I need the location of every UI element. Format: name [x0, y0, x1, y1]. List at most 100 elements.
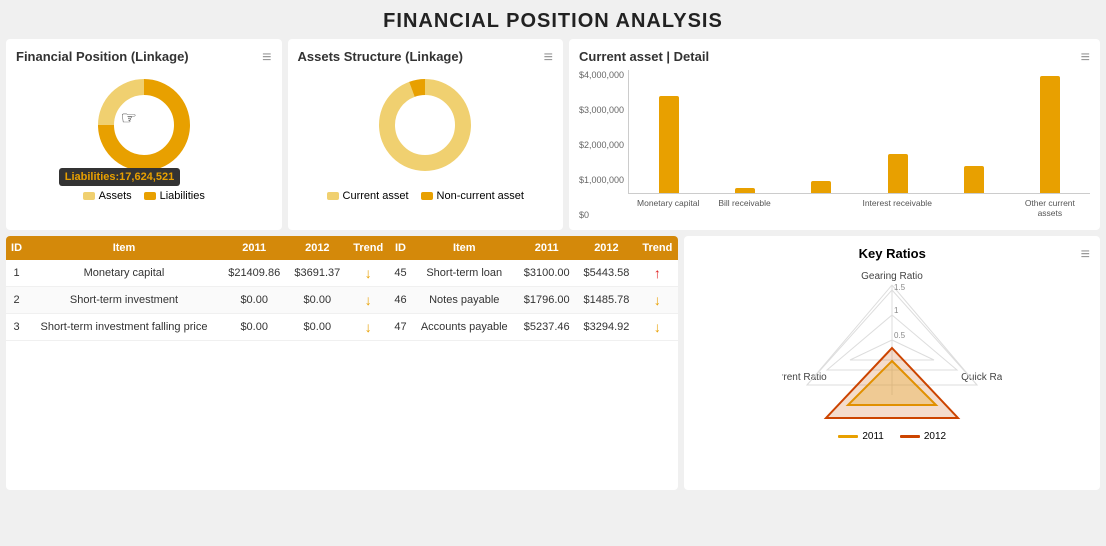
th-2011-1: 2011	[221, 236, 288, 260]
bar-chart-wrapper: $4,000,000 $3,000,000 $2,000,000 $1,000,…	[579, 70, 1090, 220]
bar-rect	[964, 166, 984, 193]
noncurrent-dot	[421, 192, 433, 200]
key-ratios-title: Key Ratios	[694, 246, 1090, 261]
key-ratios-menu-icon[interactable]: ≡	[1081, 246, 1090, 264]
cell-item-1: Monetary capital	[27, 260, 221, 287]
data-table-panel: ID Item 2011 2012 Trend ID Item 2011 201…	[6, 236, 678, 490]
cell-trend2-2: ↓	[636, 287, 678, 314]
bar-bill-receivable	[709, 188, 781, 193]
cell-2012b-2: $1485.78	[577, 287, 637, 314]
cell-item-3: Short-term investment falling price	[27, 314, 221, 341]
assets-structure-title: Assets Structure (Linkage)	[298, 49, 554, 64]
cursor-icon: ☞	[121, 108, 137, 129]
bar-label-empty2	[937, 198, 1009, 218]
cell-item-2: Short-term investment	[27, 287, 221, 314]
donut2-container: Current asset Non-current asset	[298, 70, 554, 202]
trend-down-icon: ↓	[654, 292, 661, 308]
cell-item2-2: Notes payable	[412, 287, 517, 314]
panel2-menu-icon[interactable]: ≡	[544, 49, 553, 67]
y-label-1m: $1,000,000	[579, 175, 624, 185]
bar-monetary-capital	[633, 96, 705, 193]
tooltip-label: Liabilities:	[65, 171, 119, 183]
cell-trend-3: ↓	[347, 314, 389, 341]
trend-down-icon: ↓	[365, 265, 372, 281]
cell-id2-2: 46	[389, 287, 411, 314]
legend-2011-line	[838, 435, 858, 438]
donut-legend: Assets Liabilities	[83, 190, 205, 202]
table-row: 1 Monetary capital $21409.86 $3691.37 ↓ …	[6, 260, 678, 287]
data-table: ID Item 2011 2012 Trend ID Item 2011 201…	[6, 236, 678, 341]
legend-assets-label: Assets	[99, 190, 132, 202]
cell-2012b-1: $5443.58	[577, 260, 637, 287]
bar-rect	[1040, 76, 1060, 193]
bar-rect	[888, 154, 908, 193]
cell-id-1: 1	[6, 260, 27, 287]
table-row: 3 Short-term investment falling price $0…	[6, 314, 678, 341]
y-label-4m: $4,000,000	[579, 70, 624, 80]
bar-rect	[811, 181, 831, 193]
bar-label-other: Other current assets	[1014, 198, 1086, 218]
trend-down-icon: ↓	[365, 292, 372, 308]
panel1-menu-icon[interactable]: ≡	[262, 49, 271, 67]
bars-container	[628, 70, 1090, 194]
cell-2012-1: $3691.37	[287, 260, 347, 287]
panel3-menu-icon[interactable]: ≡	[1081, 49, 1090, 67]
cell-item2-1: Short-term loan	[412, 260, 517, 287]
key-ratios-panel: ≡ Key Ratios Gearing Ratio Quick Ratio C…	[684, 236, 1100, 490]
radar-svg: Gearing Ratio Quick Ratio Current Ratio	[782, 265, 1002, 425]
y-axis-labels: $4,000,000 $3,000,000 $2,000,000 $1,000,…	[579, 70, 628, 220]
legend-liabilities-label: Liabilities	[160, 190, 205, 202]
legend-current: Current asset	[327, 190, 409, 202]
cell-id-2: 2	[6, 287, 27, 314]
assets-dot	[83, 192, 95, 200]
legend-2011-label: 2011	[862, 431, 884, 442]
bar-label-empty1	[785, 198, 857, 218]
legend-assets: Assets	[83, 190, 132, 202]
cell-trend2-3: ↓	[636, 314, 678, 341]
table-header-row: ID Item 2011 2012 Trend ID Item 2011 201…	[6, 236, 678, 260]
cell-trend-2: ↓	[347, 287, 389, 314]
radar-label-gearing: Gearing Ratio	[861, 271, 923, 282]
bar-rect	[659, 96, 679, 193]
donut2-svg	[370, 70, 480, 180]
y-label-2m: $2,000,000	[579, 140, 624, 150]
trend-up-icon: ↑	[654, 265, 661, 281]
cell-2012-3: $0.00	[287, 314, 347, 341]
bar-labels-row: Monetary capital Bill receivable Interes…	[628, 194, 1090, 220]
cell-trend-1: ↓	[347, 260, 389, 287]
th-2012-1: 2012	[287, 236, 347, 260]
donut-tooltip: Liabilities:17,624,521	[59, 168, 180, 186]
cell-trend2-1: ↑	[636, 260, 678, 287]
cell-2011b-2: $1796.00	[517, 287, 577, 314]
th-trend1: Trend	[347, 236, 389, 260]
bar-small1	[785, 181, 857, 193]
current-asset-panel: Current asset | Detail ≡ $4,000,000 $3,0…	[569, 39, 1100, 230]
cell-2012-2: $0.00	[287, 287, 347, 314]
y-label-0: $0	[579, 210, 624, 220]
radar-label-current: Current Ratio	[782, 372, 827, 383]
bar-area: Monetary capital Bill receivable Interes…	[628, 70, 1090, 220]
page-title: FINANCIAL POSITION ANALYSIS	[0, 0, 1106, 39]
th-item1: Item	[27, 236, 221, 260]
current-dot	[327, 192, 339, 200]
th-id2: ID	[389, 236, 411, 260]
trend-down-icon: ↓	[365, 319, 372, 335]
cell-2011-3: $0.00	[221, 314, 288, 341]
th-2012-2: 2012	[577, 236, 637, 260]
table-row: 2 Short-term investment $0.00 $0.00 ↓ 46…	[6, 287, 678, 314]
current-asset-title: Current asset | Detail	[579, 49, 1090, 64]
donut-wrapper: Liabilities:17,624,521 ☞	[89, 70, 199, 180]
page-container: FINANCIAL POSITION ANALYSIS Financial Po…	[0, 0, 1106, 496]
legend-liabilities: Liabilities	[144, 190, 205, 202]
legend-noncurrent-label: Non-current asset	[437, 190, 524, 202]
cell-2011b-1: $3100.00	[517, 260, 577, 287]
financial-position-title: Financial Position (Linkage)	[16, 49, 272, 64]
donut-svg	[89, 70, 199, 180]
cell-2011-1: $21409.86	[221, 260, 288, 287]
financial-position-panel: Financial Position (Linkage) ≡ Liabiliti…	[6, 39, 282, 230]
liabilities-dot	[144, 192, 156, 200]
bar-label-monetary: Monetary capital	[632, 198, 704, 218]
radar-chart-container: Gearing Ratio Quick Ratio Current Ratio	[694, 265, 1090, 442]
assets-structure-panel: Assets Structure (Linkage) ≡ Current ass…	[288, 39, 564, 230]
cell-id2-1: 45	[389, 260, 411, 287]
